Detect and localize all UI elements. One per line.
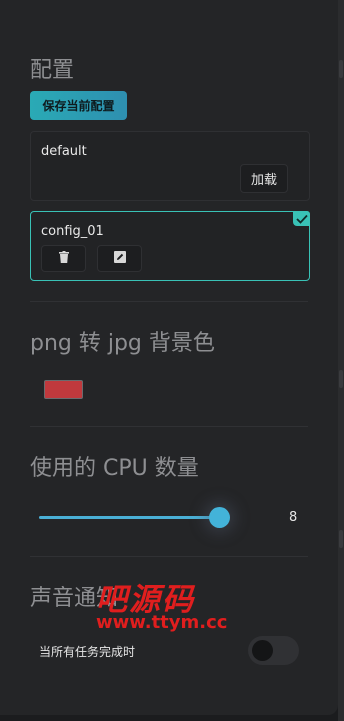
profile-name: default [41,144,87,159]
profile-card-config-01[interactable]: config_01 [30,211,310,281]
edit-icon [113,251,126,266]
divider [30,301,308,302]
scroll-mark [339,60,343,78]
scrollbar[interactable] [338,0,344,721]
watermark-url: www.ttym.cc [96,612,228,633]
notify-toggle[interactable] [248,636,299,665]
slider-thumb[interactable] [209,507,230,528]
divider [30,556,308,557]
edit-profile-button[interactable] [97,245,142,272]
notify-toggle-label: 当所有任务完成时 [39,645,136,659]
bg-color-picker[interactable] [44,380,83,399]
cpu-count-value: 8 [289,510,298,525]
config-section-title: 配置 [30,58,75,83]
cpu-count-slider[interactable] [39,506,239,530]
save-config-button[interactable]: 保存当前配置 [30,91,127,120]
scroll-mark [339,530,343,548]
png-bg-section-title: png 转 jpg 背景色 [30,331,215,356]
trash-icon [58,251,69,266]
cpu-section-title: 使用的 CPU 数量 [30,456,199,481]
scroll-mark [339,370,343,388]
profile-name: config_01 [41,224,104,239]
check-icon [293,211,310,226]
load-profile-button[interactable]: 加载 [240,164,288,193]
slider-fill [39,516,219,519]
divider [30,426,308,427]
toggle-knob [252,640,273,661]
delete-profile-button[interactable] [41,245,86,272]
profile-card-default[interactable]: default 加载 [30,131,310,201]
